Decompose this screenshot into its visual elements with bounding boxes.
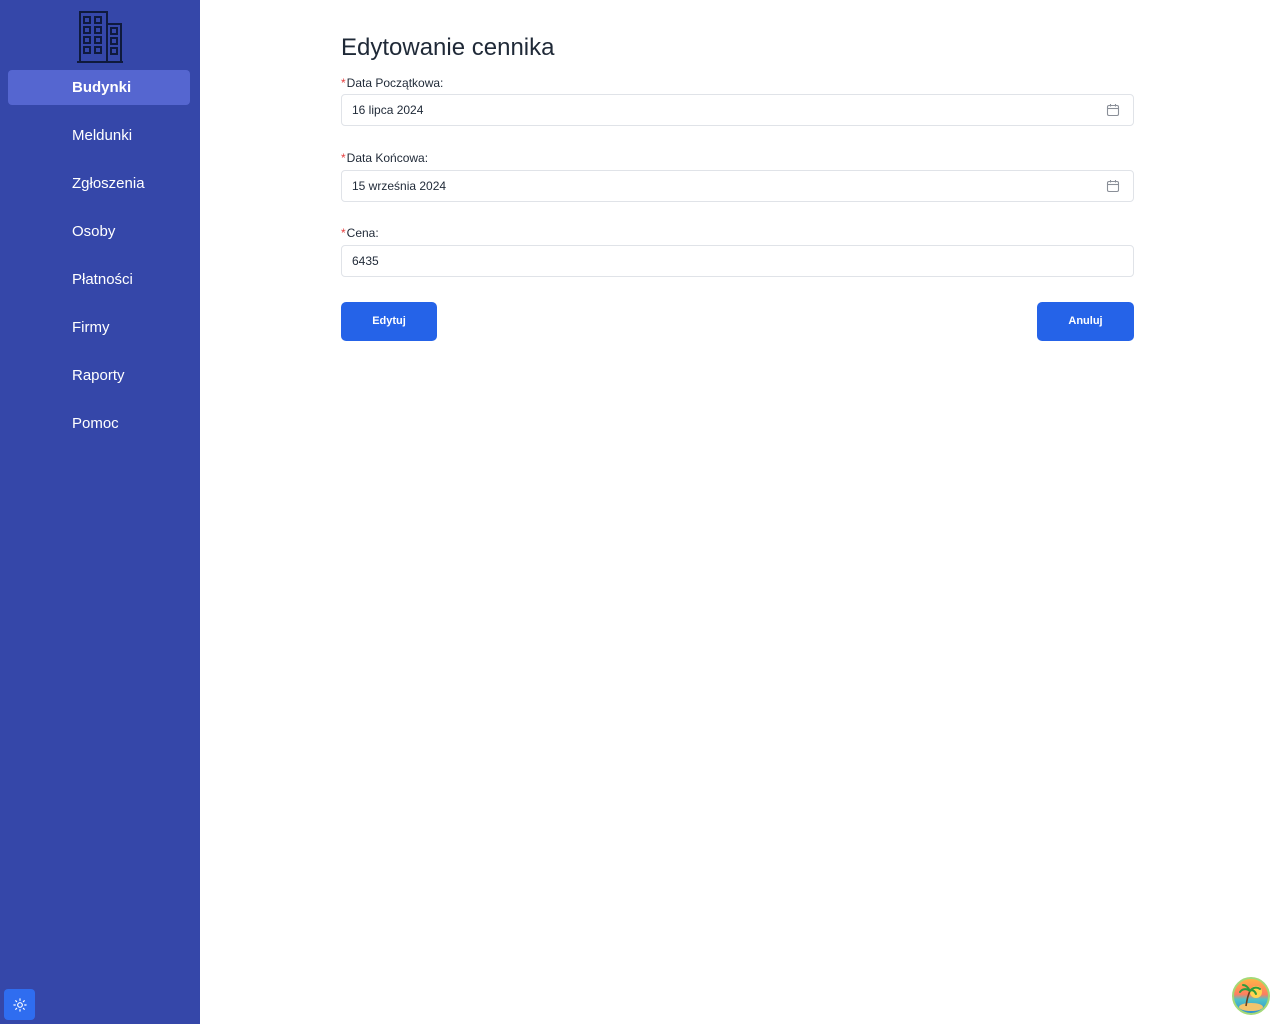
sidebar-item-firmy[interactable]: Firmy (8, 310, 190, 345)
cancel-button[interactable]: Anuluj (1037, 302, 1134, 341)
required-mark: * (341, 151, 346, 165)
calendar-icon[interactable] (1106, 103, 1120, 117)
page-title: Edytowanie cennika (341, 34, 555, 61)
price-value: 6435 (352, 254, 379, 268)
sidebar: Budynki Meldunki Zgłoszenia Osoby Płatno… (0, 0, 200, 1024)
price-label: *Cena: (341, 226, 379, 240)
sidebar-item-meldunki[interactable]: Meldunki (8, 118, 190, 153)
palm-island-icon (1239, 984, 1263, 1011)
avatar[interactable] (1232, 977, 1270, 1015)
start-date-value: 16 lipca 2024 (352, 103, 424, 117)
building-icon (77, 11, 123, 63)
end-date-label: *Data Końcowa: (341, 151, 428, 165)
app-root: Budynki Meldunki Zgłoszenia Osoby Płatno… (0, 0, 1280, 1024)
start-date-label-text: Data Początkowa: (346, 76, 444, 90)
sidebar-item-zgloszenia[interactable]: Zgłoszenia (8, 166, 190, 201)
required-mark: * (341, 76, 346, 90)
required-mark: * (341, 226, 346, 240)
price-input[interactable]: 6435 (341, 245, 1134, 277)
calendar-icon[interactable] (1106, 179, 1120, 193)
sidebar-item-osoby[interactable]: Osoby (8, 214, 190, 249)
sun-icon (12, 997, 27, 1012)
end-date-label-text: Data Końcowa: (346, 151, 429, 165)
start-date-input[interactable]: 16 lipca 2024 (341, 94, 1134, 126)
edit-button[interactable]: Edytuj (341, 302, 437, 341)
sidebar-item-budynki[interactable]: Budynki (8, 70, 190, 105)
sidebar-nav: Budynki Meldunki Zgłoszenia Osoby Płatno… (0, 70, 200, 454)
sidebar-item-pomoc[interactable]: Pomoc (8, 406, 190, 441)
sidebar-item-raporty[interactable]: Raporty (8, 358, 190, 393)
sidebar-item-platnosci[interactable]: Płatności (8, 262, 190, 297)
price-label-text: Cena: (346, 226, 379, 240)
end-date-input[interactable]: 15 września 2024 (341, 170, 1134, 202)
end-date-value: 15 września 2024 (352, 179, 447, 193)
theme-toggle-button[interactable] (4, 989, 35, 1020)
start-date-label: *Data Początkowa: (341, 76, 443, 90)
